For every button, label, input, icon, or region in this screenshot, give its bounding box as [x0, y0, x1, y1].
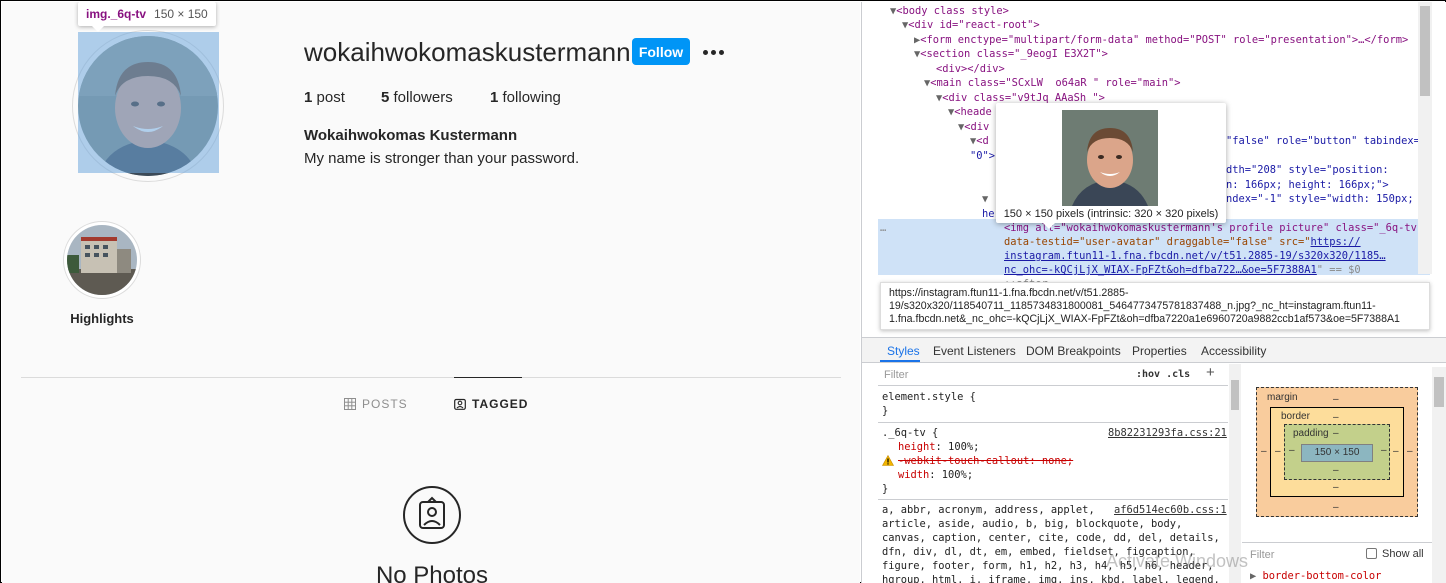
- dom-line-span-arrow[interactable]: ▼: [982, 192, 988, 207]
- highlight-thumbnail[interactable]: [67, 225, 137, 295]
- computed-property-row[interactable]: ▶ border-bottom-color: [1250, 570, 1381, 582]
- hov-cls-toggles[interactable]: :hov .cls: [1136, 369, 1190, 380]
- follow-button[interactable]: Follow: [632, 38, 690, 65]
- dom-line-img-src[interactable]: instagram.ftun11-1.fna.fbcdn.net/v/t51.2…: [1004, 249, 1386, 264]
- tab-styles[interactable]: Styles: [887, 344, 920, 358]
- rule1-selector[interactable]: ._6q-tv {: [882, 426, 938, 440]
- rule2-selector-line[interactable]: a, abbr, acronym, address, applet,: [882, 503, 1095, 517]
- dom-line-main[interactable]: ▼<main class="SCxLW o64aR " role="main">: [924, 76, 1181, 91]
- profile-username: wokaihwokomaskustermann: [304, 37, 631, 67]
- computed-scrollbar[interactable]: [1432, 367, 1446, 583]
- rule1-webkit-touch-callout[interactable]: -webkit-touch-callout: none;: [898, 454, 1073, 468]
- rule1-close: }: [882, 483, 889, 495]
- box-model-diagram: margin – – – – border – – – – padding – …: [1256, 387, 1418, 517]
- tab-tagged[interactable]: TAGGED: [454, 397, 528, 411]
- box-model-content[interactable]: 150 × 150: [1301, 444, 1373, 462]
- profile-bio: My name is stronger than your password.: [304, 150, 580, 167]
- padding-label: padding: [1293, 428, 1329, 439]
- empty-state-text: No Photos: [375, 562, 489, 583]
- dom-line-body[interactable]: ▼<body class style>: [890, 4, 1009, 19]
- dom-line-div-1[interactable]: ▼<div: [958, 120, 989, 135]
- dom-line-div-2-attrs: "false" role="button" tabindex=: [1226, 135, 1420, 147]
- grid-icon: [344, 398, 356, 410]
- rule2-source-link[interactable]: af6d514ec60b.css:1: [1114, 503, 1227, 517]
- rule-separator: [878, 422, 1228, 423]
- active-subtab-indicator: [880, 360, 920, 362]
- rule2-selector-line: hgroup, html, i, iframe, img, ins, kbd, …: [882, 574, 1220, 583]
- rule2-selector-line: article, aside, audio, b, big, blockquot…: [882, 518, 1183, 530]
- add-rule-icon[interactable]: +: [1206, 364, 1215, 381]
- dom-line-img-src-end[interactable]: nc_ohc=-kQCjLjX_WIAX-FpFZt&oh=dfba722…&o…: [1004, 263, 1361, 278]
- margin-label: margin: [1267, 392, 1298, 403]
- warning-icon: [882, 455, 894, 466]
- styles-filter-placeholder: Filter: [884, 369, 909, 381]
- element-style-close: }: [882, 405, 889, 417]
- tabs-divider: [21, 377, 841, 378]
- rule1-height[interactable]: height: 100%;: [898, 440, 979, 454]
- followers-count[interactable]: 5 followers: [381, 89, 453, 106]
- profile-full-name: Wokaihwokomas Kustermann: [304, 127, 518, 144]
- rule2-selector-line: canvas, caption, center, cite, code, dd,…: [882, 532, 1220, 544]
- dom-line-div-2[interactable]: ▼<d: [970, 134, 989, 149]
- rule1-width[interactable]: width: 100%;: [898, 468, 973, 482]
- dom-line-img[interactable]: <img alt="wokaihwokomaskustermann's prof…: [1004, 221, 1423, 236]
- dom-line-span-height: he: [982, 208, 995, 220]
- image-preview-popover: 150 × 150 pixels (intrinsic: 320 × 320 p…: [996, 103, 1226, 229]
- show-all-checkbox[interactable]: [1366, 548, 1377, 559]
- show-all-label: Show all: [1382, 548, 1424, 560]
- inspect-selector: img._6q-tv: [86, 7, 147, 21]
- dom-line-canvas-attrs: dth="208" style="position:: [1226, 164, 1389, 176]
- computed-scrollbar-thumb[interactable]: [1434, 377, 1444, 407]
- rule-separator: [878, 499, 1228, 500]
- dom-line-canvas-style: n: 166px; height: 166px;">: [1226, 179, 1389, 191]
- elements-scrollbar[interactable]: [1418, 2, 1432, 274]
- dom-line-div-empty[interactable]: <div></div>: [936, 62, 1005, 77]
- activate-windows-watermark: Activate Windows: [1106, 551, 1249, 571]
- rule1-source-link[interactable]: 8b82231293fa.css:21: [1108, 426, 1227, 440]
- computed-filter-bar: Filter Show all: [1242, 542, 1446, 564]
- element-style-rule[interactable]: element.style {: [882, 390, 976, 404]
- image-url-tooltip: https://instagram.ftun11-1.fna.fbcdn.net…: [880, 282, 1430, 330]
- highlights-label: Highlights: [70, 311, 134, 326]
- tab-posts-label: POSTS: [362, 397, 408, 411]
- tab-dom-breakpoints[interactable]: DOM Breakpoints: [1026, 344, 1121, 358]
- dom-line-section[interactable]: ▼<section class="_9eogI E3X2T">: [914, 47, 1108, 62]
- computed-filter-input[interactable]: Filter: [1250, 549, 1274, 561]
- image-preview-thumbnail: [1062, 110, 1158, 206]
- styles-scrollbar-thumb[interactable]: [1231, 380, 1239, 410]
- dom-node-ellipsis[interactable]: …: [880, 221, 886, 236]
- dom-line-tabindex: "0">: [970, 150, 996, 162]
- styles-filter-input[interactable]: Filter :hov .cls +: [878, 364, 1228, 386]
- tagged-photos-icon: [402, 485, 462, 545]
- elements-tree[interactable]: ▼<body class style> ▼<div id="react-root…: [862, 2, 1432, 290]
- dom-line-react-root[interactable]: ▼<div id="react-root">: [902, 18, 1040, 33]
- devtools-subtabs: Styles Event Listeners DOM Breakpoints P…: [862, 337, 1446, 363]
- dom-line-header[interactable]: ▼<heade: [948, 105, 992, 120]
- image-preview-caption: 150 × 150 pixels (intrinsic: 320 × 320 p…: [1003, 208, 1219, 220]
- posts-count: 1 post: [304, 89, 345, 106]
- more-options-icon[interactable]: [701, 40, 725, 64]
- border-label: border: [1281, 411, 1310, 422]
- devtools-panel: ▼<body class style> ▼<div id="react-root…: [861, 2, 1446, 583]
- tab-accessibility[interactable]: Accessibility: [1201, 344, 1266, 358]
- following-count[interactable]: 1 following: [490, 89, 561, 106]
- inspect-size: 150 × 150: [154, 7, 208, 21]
- dom-line-form[interactable]: ▶<form enctype="multipart/form-data" met…: [914, 33, 1408, 48]
- instagram-profile-page: img._6q-tv 150 × 150 wokaihwokomaskusterm…: [2, 2, 860, 583]
- dom-line-img-attrs: data-testid="user-avatar" draggable="fal…: [1004, 236, 1361, 248]
- elements-scrollbar-thumb[interactable]: [1420, 6, 1430, 96]
- inspect-highlight-overlay: [78, 32, 219, 173]
- tab-properties[interactable]: Properties: [1132, 344, 1187, 358]
- tagged-person-icon: [454, 398, 466, 410]
- dom-line-span-attrs: ndex="-1" style="width: 150px;: [1226, 193, 1414, 205]
- active-tab-indicator: [454, 377, 522, 378]
- tab-tagged-label: TAGGED: [472, 397, 529, 411]
- highlight-building-image: [67, 225, 137, 295]
- tab-posts[interactable]: POSTS: [344, 397, 408, 411]
- inspect-element-tooltip: img._6q-tv 150 × 150: [78, 2, 216, 32]
- tab-event-listeners[interactable]: Event Listeners: [933, 344, 1016, 358]
